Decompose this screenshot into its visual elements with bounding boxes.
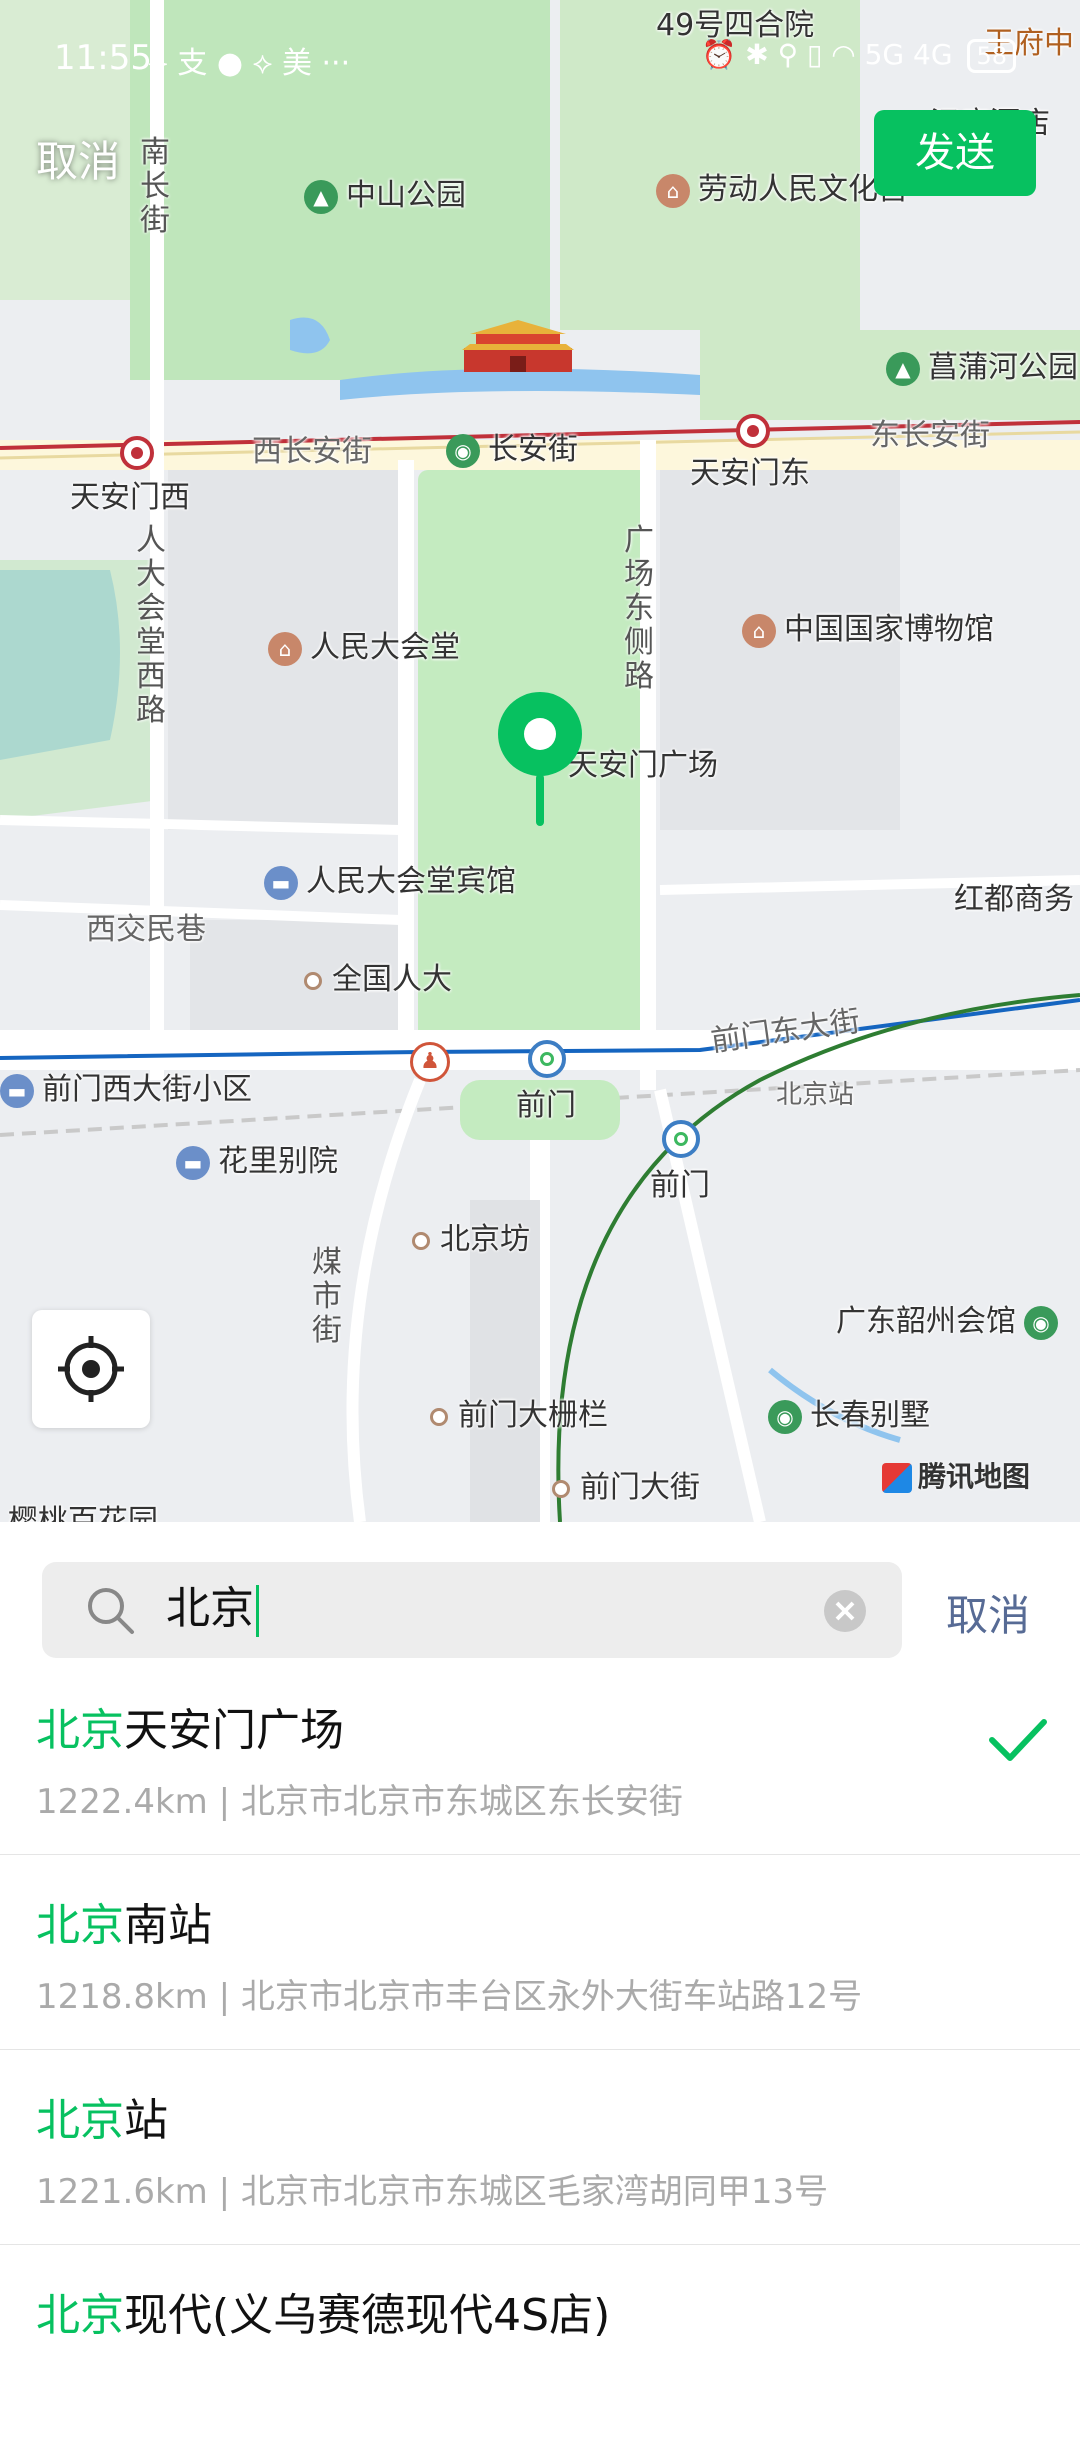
scenic-icon: ◉: [768, 1399, 802, 1434]
poi-dot-icon: [552, 1479, 570, 1498]
road-label: 西长安街: [252, 434, 372, 469]
crosshair-icon: [58, 1336, 124, 1402]
poi-guangdong[interactable]: 广东韶州会馆 ◉: [836, 1296, 1066, 1340]
result-title: 北京南站: [36, 1900, 212, 1951]
road-label: 广场东侧路: [624, 523, 654, 694]
list-item[interactable]: 北京南站 1218.8km | 北京市北京市丰台区永外大街车站路12号: [0, 1855, 1080, 2050]
map-label: 天安门广场: [568, 748, 718, 783]
poi-qianmen-dajie[interactable]: 前门大街: [552, 1462, 700, 1506]
hotel-icon: ▬: [0, 1073, 34, 1108]
search-query: 北京: [166, 1584, 259, 1637]
museum-icon: ⌂: [656, 173, 690, 208]
tencent-map-logo-icon: [882, 1463, 912, 1493]
poi-dot-icon: [304, 971, 322, 990]
museum-icon: ⌂: [742, 613, 776, 648]
result-address: 1218.8km | 北京市北京市丰台区永外大街车站路12号: [36, 1977, 863, 2017]
station-label: 前门: [516, 1088, 576, 1123]
status-app-icons: ⟡ 支 ● ⟡ 美 ···: [148, 46, 351, 81]
rail-station-icon: [528, 1040, 566, 1078]
status-system-icons: ⏰ ✱ ⚲ ▯ ◠ 5G 4G 58: [701, 38, 1016, 73]
result-title: 北京站: [36, 2095, 168, 2146]
poi-binguan[interactable]: ▬ 人民大会堂宾馆: [264, 856, 516, 900]
list-item[interactable]: 北京天安门广场 1222.4km | 北京市北京市东城区东长安街: [0, 1660, 1080, 1855]
poi-huali[interactable]: ▬ 花里别院: [176, 1136, 338, 1180]
poi-laodong[interactable]: ⌂ 劳动人民文化宫: [656, 164, 908, 208]
poi-renmin-dahuitang[interactable]: ⌂ 人民大会堂: [268, 622, 460, 666]
hotel-icon: ▬: [176, 1145, 210, 1180]
poi-beijingfang[interactable]: 北京坊: [412, 1214, 530, 1258]
station-label: 天安门西: [70, 480, 190, 515]
poi-quanguorenda[interactable]: 全国人大: [304, 954, 452, 998]
road-label: 西交民巷: [86, 912, 206, 947]
road-label: 东长安街: [870, 418, 990, 453]
search-input[interactable]: 北京: [42, 1562, 902, 1658]
map-attribution: 腾讯地图: [882, 1455, 1030, 1495]
scenic-icon: ◉: [1024, 1305, 1058, 1340]
list-item[interactable]: 北京站 1221.6km | 北京市北京市东城区毛家湾胡同甲13号: [0, 2050, 1080, 2245]
my-location-button[interactable]: [32, 1310, 150, 1428]
station-label: 前门: [650, 1168, 710, 1203]
result-title: 北京天安门广场: [36, 1705, 344, 1756]
pedestrian-icon: ♟: [410, 1042, 450, 1082]
poi-changanjie[interactable]: ◉ 长安街: [446, 424, 578, 468]
rail-station-icon: [662, 1120, 700, 1158]
send-button[interactable]: 发送: [874, 110, 1036, 196]
map-label: 红都商务: [954, 882, 1074, 917]
cancel-button[interactable]: 取消: [36, 128, 120, 189]
map-label: 樱桃百花园: [8, 1504, 158, 1522]
battery-icon: 58: [967, 39, 1016, 73]
status-time: 11:55: [54, 38, 152, 78]
park-icon: ▲: [304, 179, 338, 214]
landmark-icon: ⌂: [268, 631, 302, 666]
park-icon: ▲: [886, 351, 920, 386]
road-label: 北京站: [776, 1080, 855, 1110]
poi-dot-icon: [430, 1407, 448, 1426]
list-item[interactable]: 北京现代(义乌赛德现代4S店): [0, 2245, 1080, 2439]
search-icon: [88, 1588, 134, 1634]
map-view[interactable]: 49号四合院 王府中 汉庭酒店 ▲中山公园 ⌂劳动人民文化宫 ▲菖蒲河公园 南长…: [0, 0, 1080, 1522]
location-pin-icon: [498, 692, 582, 826]
result-address: 1221.6km | 北京市北京市东城区毛家湾胡同甲13号: [36, 2172, 829, 2212]
hotel-icon: ▬: [264, 865, 298, 900]
search-cancel-button[interactable]: 取消: [946, 1582, 1030, 1643]
poi-changpu[interactable]: ▲ 菖蒲河公园: [886, 342, 1078, 386]
station-label: 天安门东: [690, 456, 810, 491]
metro-icon: [120, 436, 154, 470]
poi-dashilan[interactable]: 前门大栅栏: [430, 1390, 608, 1434]
search-bar: 北京 取消: [0, 1522, 1080, 1660]
poi-changchun[interactable]: ◉ 长春别墅: [768, 1390, 930, 1434]
clear-icon[interactable]: [822, 1588, 868, 1634]
metro-icon: [736, 414, 770, 448]
road-label: 人大会堂西路: [136, 523, 166, 728]
poi-qianmen-xidajie[interactable]: ▬ 前门西大街小区: [0, 1064, 252, 1108]
signal-icons: ⏰ ✱ ⚲ ▯ ◠ 5G 4G: [701, 38, 953, 71]
text-caret: [256, 1585, 259, 1637]
status-bar: 11:55 ⟡ 支 ● ⟡ 美 ··· ⏰ ✱ ⚲ ▯ ◠ 5G 4G 58: [0, 0, 1080, 110]
tiananmen-gate-icon: [462, 320, 574, 372]
road-label: 煤市街: [312, 1245, 342, 1348]
result-address: 1222.4km | 北京市北京市东城区东长安街: [36, 1782, 683, 1822]
checkmark-icon: [989, 1719, 1047, 1761]
road-label: 南长街: [140, 135, 170, 238]
scenic-icon: ◉: [446, 433, 480, 468]
result-title: 北京现代(义乌赛德现代4S店): [36, 2290, 611, 2341]
poi-zhongshan[interactable]: ▲ 中山公园: [304, 170, 466, 214]
poi-bowuguan[interactable]: ⌂ 中国国家博物馆: [742, 604, 994, 648]
poi-dot-icon: [412, 1231, 430, 1250]
